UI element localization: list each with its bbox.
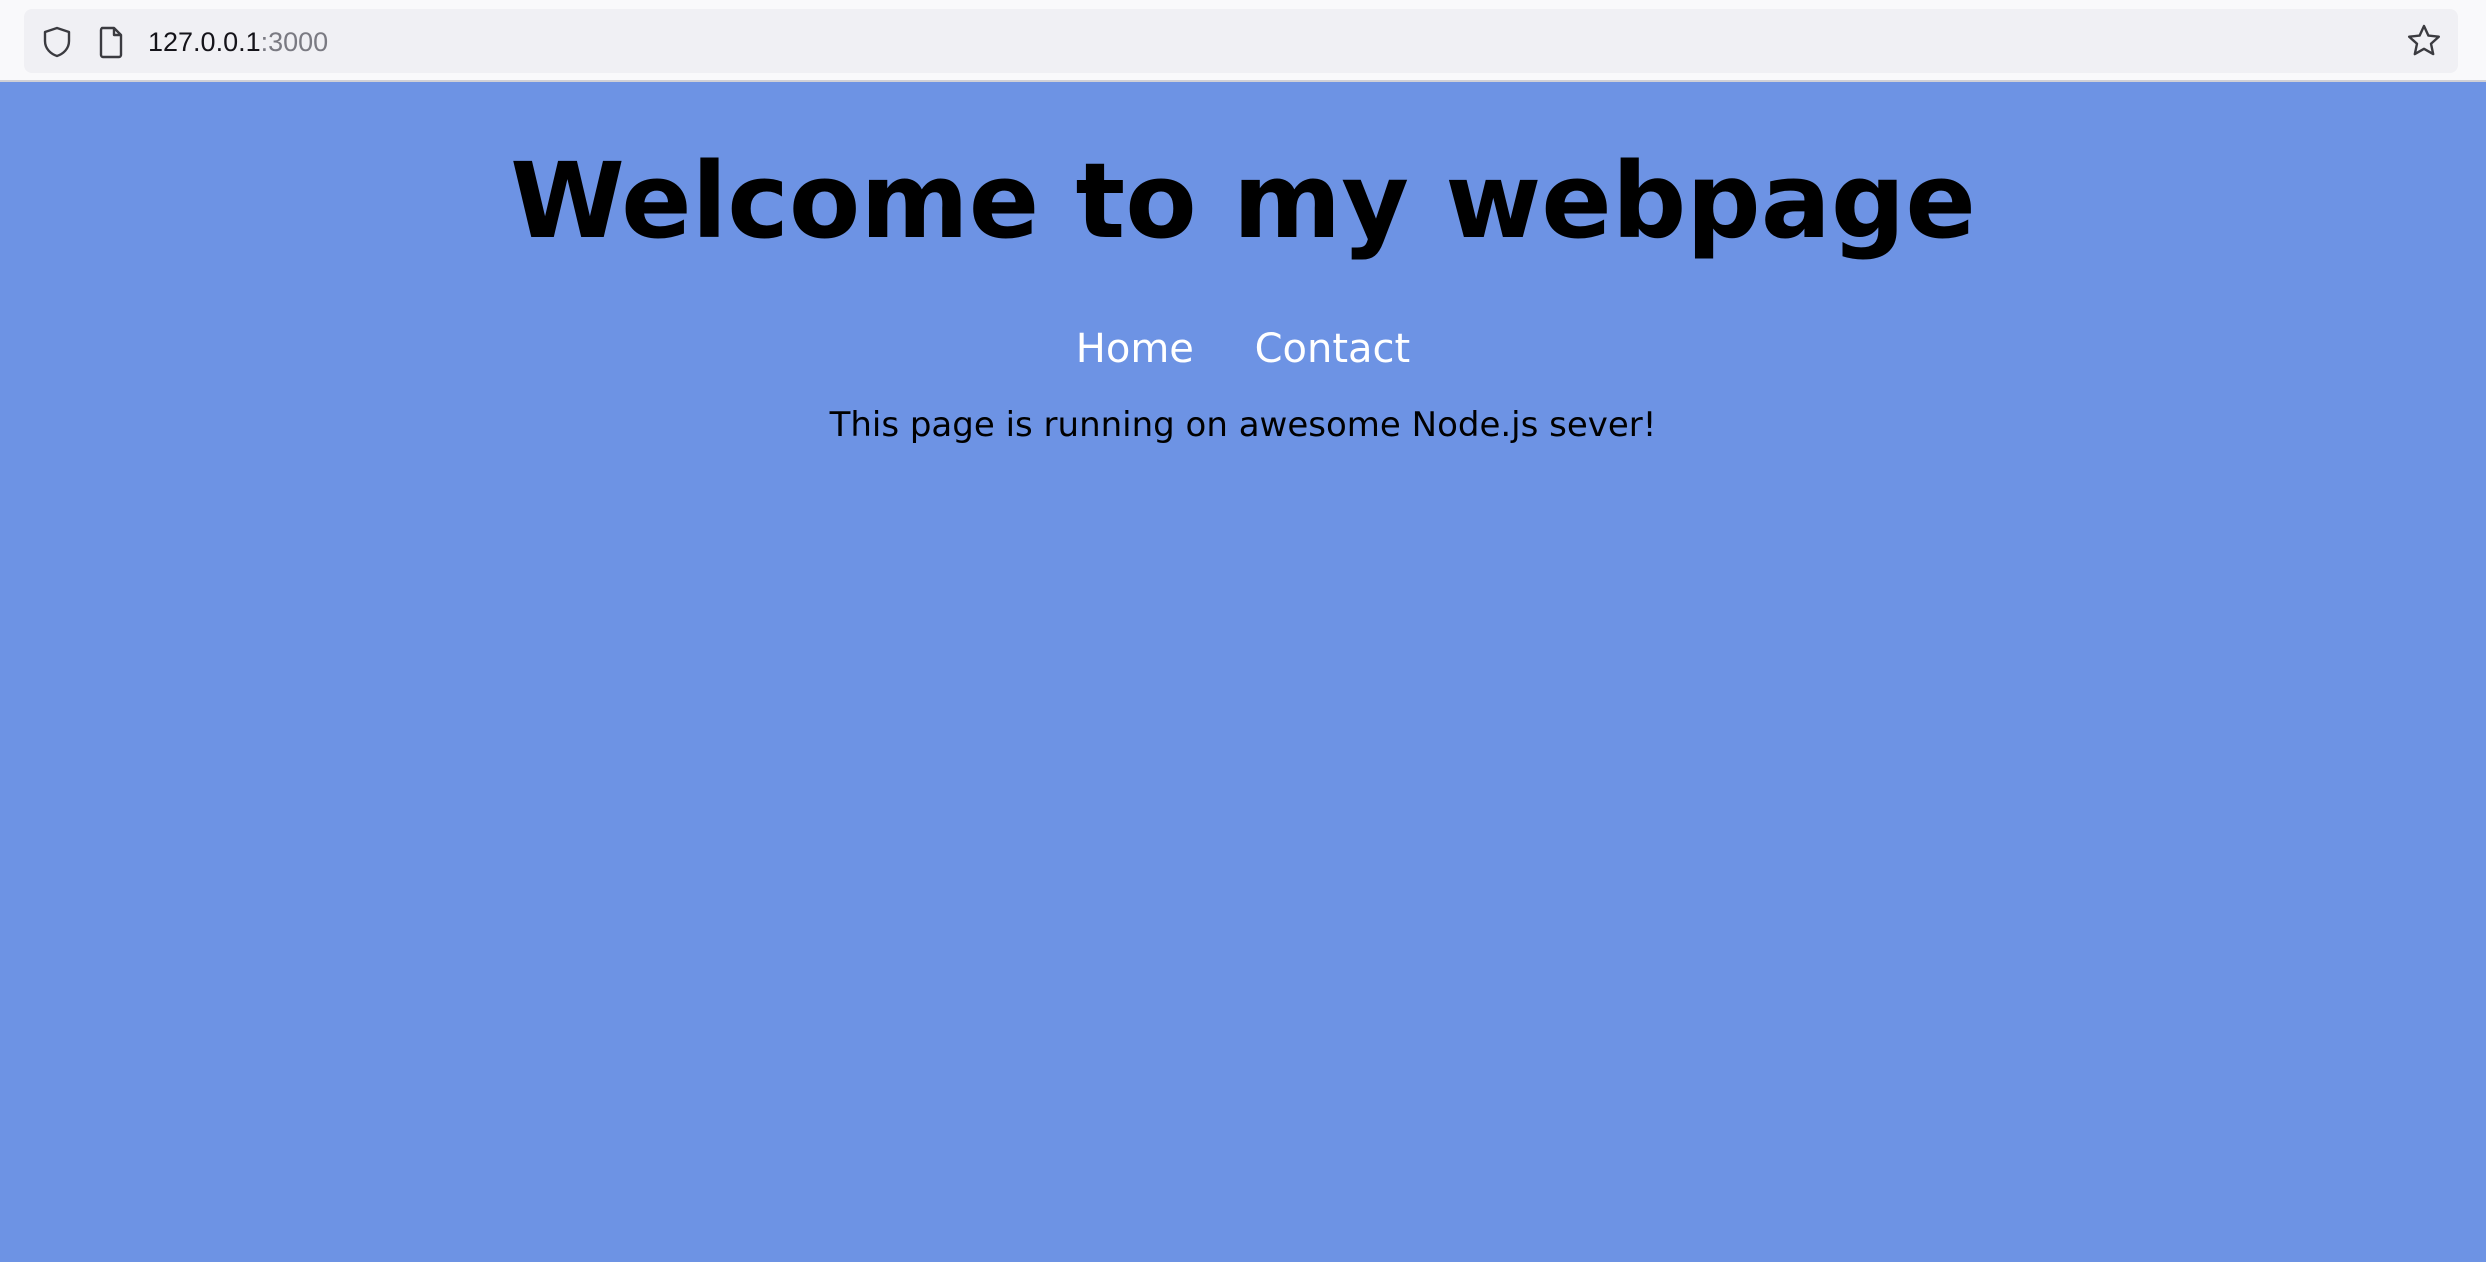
page-content: Welcome to my webpage Home Contact This … [0,84,2486,1262]
address-bar[interactable]: 127.0.0.1:3000 [24,9,2458,73]
nav-link-contact[interactable]: Contact [1255,326,1411,372]
url-port: :3000 [260,27,329,57]
url-text[interactable]: 127.0.0.1:3000 [148,25,328,59]
url-host: 127.0.0.1 [148,27,261,57]
page-icon [96,25,126,59]
shield-icon[interactable] [40,25,74,59]
bookmark-star-icon[interactable] [2406,23,2442,59]
page-title: Welcome to my webpage [510,140,1976,262]
nav-link-home[interactable]: Home [1076,326,1194,372]
main-nav: Home Contact [0,325,2486,373]
browser-toolbar: 127.0.0.1:3000 [0,0,2486,82]
page-tagline: This page is running on awesome Node.js … [829,405,1657,445]
